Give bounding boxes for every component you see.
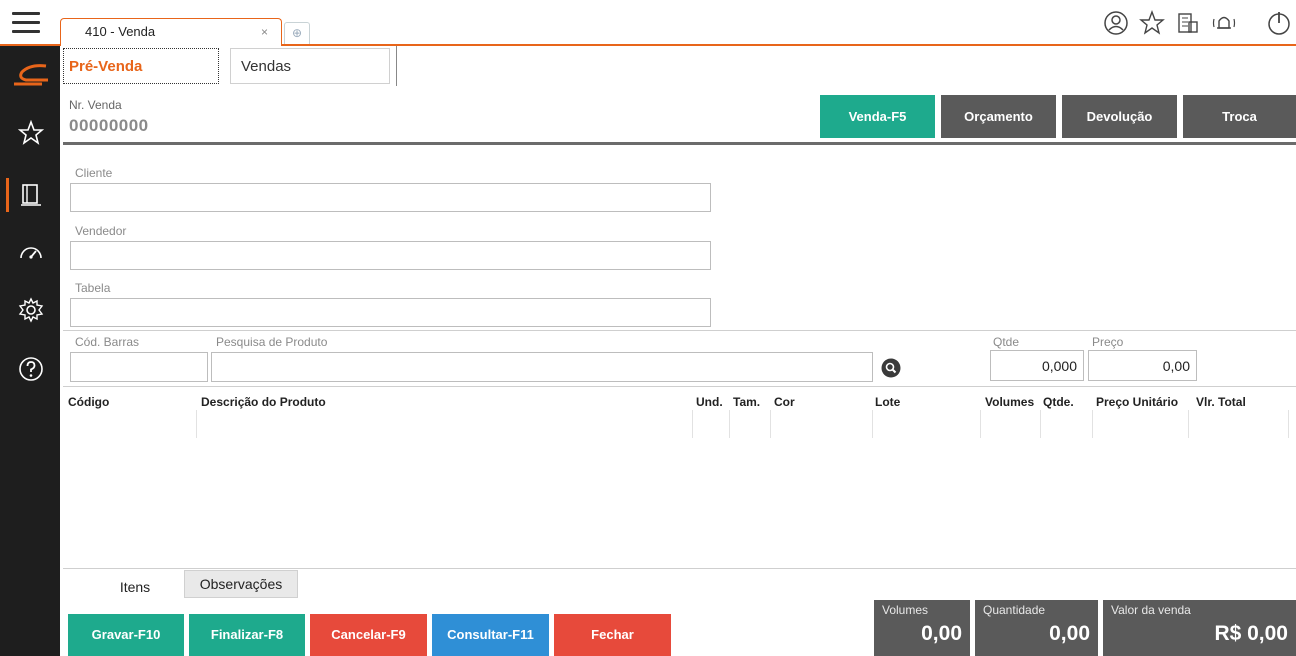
tab-title: 410 - Venda	[85, 24, 156, 39]
menu-icon[interactable]	[12, 12, 40, 34]
vendedor-input[interactable]	[70, 241, 711, 270]
qtde-label: Qtde	[993, 335, 1020, 349]
divider	[63, 386, 1296, 387]
tab-close-icon[interactable]: ×	[261, 25, 268, 39]
total-volumes-value: 0,00	[921, 622, 962, 645]
column-header[interactable]: Tam.	[733, 395, 760, 409]
vendedor-label: Vendedor	[75, 224, 127, 238]
user-icon[interactable]	[1103, 10, 1129, 36]
venda-button[interactable]: Venda-F5	[820, 95, 935, 138]
column-separator	[1188, 410, 1189, 438]
nr-venda-value: 00000000	[69, 116, 149, 135]
header-divider	[63, 142, 1296, 145]
troca-button[interactable]: Troca	[1183, 95, 1296, 138]
subtab-vendas-label: Vendas	[241, 58, 292, 75]
tab-observacoes[interactable]: Observações	[184, 570, 298, 598]
cliente-label: Cliente	[75, 166, 113, 180]
column-separator	[770, 410, 771, 438]
tab-venda[interactable]: 410 - Venda ×	[60, 18, 282, 46]
total-quantidade: Quantidade 0,00	[975, 600, 1098, 656]
tab-itens[interactable]: Itens	[90, 573, 180, 601]
building-icon[interactable]	[1175, 10, 1201, 36]
fechar-button[interactable]: Fechar	[554, 614, 671, 656]
subtab-vendas[interactable]: Vendas	[230, 48, 390, 84]
cancelar-button[interactable]: Cancelar-F9	[310, 614, 427, 656]
subtab-pre-venda[interactable]: Pré-Venda	[63, 48, 219, 84]
column-separator	[692, 410, 693, 438]
gravar-button[interactable]: Gravar-F10	[68, 614, 184, 656]
preco-label: Preço	[1092, 335, 1124, 349]
book-icon[interactable]	[18, 182, 44, 208]
column-header[interactable]: Cor	[774, 395, 795, 409]
gear-icon[interactable]	[18, 297, 44, 323]
column-separator	[1092, 410, 1093, 438]
divider	[63, 330, 1296, 331]
total-volumes-label: Volumes	[882, 603, 929, 617]
column-separator	[729, 410, 730, 438]
total-quantidade-value: 0,00	[1049, 622, 1090, 645]
subtab-pre-venda-label: Pré-Venda	[69, 58, 143, 75]
star-icon[interactable]	[1139, 10, 1165, 36]
total-volumes: Volumes 0,00	[874, 600, 970, 656]
tabela-input[interactable]	[70, 298, 711, 327]
add-tab-icon[interactable]: ⊕	[284, 22, 310, 44]
help-icon[interactable]	[18, 356, 44, 382]
column-header[interactable]: Código	[68, 395, 109, 409]
star-icon[interactable]	[18, 120, 44, 146]
bell-icon[interactable]	[1211, 10, 1237, 36]
pesquisa-label: Pesquisa de Produto	[216, 335, 328, 349]
column-header[interactable]: Descrição do Produto	[201, 395, 326, 409]
total-valor: Valor da venda R$ 0,00	[1103, 600, 1296, 656]
column-header[interactable]: Lote	[875, 395, 900, 409]
cod-barras-input[interactable]	[70, 352, 208, 382]
column-separator	[980, 410, 981, 438]
column-separator	[1288, 410, 1289, 438]
devolucao-button[interactable]: Devolução	[1062, 95, 1177, 138]
speedometer-icon[interactable]	[18, 240, 44, 266]
logo-icon	[14, 64, 48, 86]
column-header[interactable]: Preço Unitário	[1096, 395, 1178, 409]
cliente-input[interactable]	[70, 183, 711, 212]
column-header[interactable]: Qtde.	[1043, 395, 1074, 409]
qtde-input[interactable]	[990, 350, 1084, 381]
finalizar-button[interactable]: Finalizar-F8	[189, 614, 305, 656]
divider	[63, 568, 1296, 569]
column-header[interactable]: Und.	[696, 395, 723, 409]
total-valor-value: R$ 0,00	[1214, 622, 1288, 645]
column-separator	[196, 410, 197, 438]
cod-barras-label: Cód. Barras	[75, 335, 140, 349]
nr-venda-label: Nr. Venda	[69, 98, 122, 112]
orcamento-button[interactable]: Orçamento	[941, 95, 1056, 138]
active-indicator	[6, 178, 9, 212]
tabela-label: Tabela	[75, 281, 111, 295]
pesquisa-produto-input[interactable]	[211, 352, 873, 382]
divider	[396, 46, 397, 86]
column-separator	[1040, 410, 1041, 438]
power-icon[interactable]	[1266, 10, 1292, 36]
total-valor-label: Valor da venda	[1111, 603, 1191, 617]
consultar-button[interactable]: Consultar-F11	[432, 614, 549, 656]
column-header[interactable]: Volumes	[985, 395, 1034, 409]
search-icon[interactable]	[881, 358, 901, 378]
preco-input[interactable]	[1088, 350, 1197, 381]
total-quantidade-label: Quantidade	[983, 603, 1046, 617]
column-header[interactable]: Vlr. Total	[1196, 395, 1246, 409]
column-separator	[872, 410, 873, 438]
